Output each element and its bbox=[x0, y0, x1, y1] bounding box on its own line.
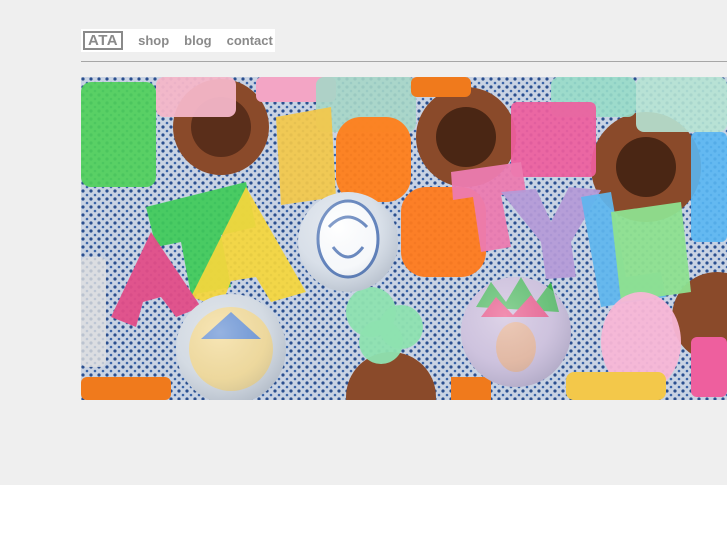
nav-link-shop[interactable]: shop bbox=[138, 33, 169, 48]
top-nav: ATA shop blog contact bbox=[81, 29, 275, 52]
header-divider bbox=[81, 61, 727, 62]
nav-link-blog[interactable]: blog bbox=[184, 33, 211, 48]
logo[interactable]: ATA bbox=[83, 31, 124, 50]
nav-link-contact[interactable]: contact bbox=[227, 33, 273, 48]
hero-image bbox=[81, 77, 727, 400]
photo-collage-icon bbox=[81, 77, 727, 400]
